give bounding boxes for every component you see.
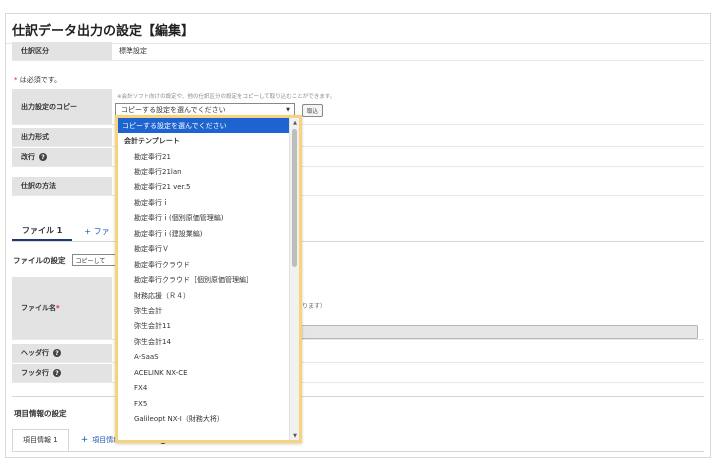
required-note-text: は必須です。 xyxy=(19,76,62,84)
journal-type-value: 標準設定 xyxy=(119,47,147,55)
footer-row-label: フッタ行 ? xyxy=(12,364,112,382)
dropdown-option[interactable]: 勘定奉行21lan xyxy=(118,164,289,179)
dropdown-option[interactable]: ACELINK NX-CE xyxy=(118,365,289,380)
file-settings-label: ファイルの設定 xyxy=(13,255,66,265)
dropdown-option[interactable]: FX5 xyxy=(118,396,289,411)
journal-type-label: 仕訳区分 xyxy=(12,42,112,60)
dropdown-option[interactable]: 勘定奉行21 xyxy=(118,149,289,164)
header-row-label: ヘッダ行 ? xyxy=(12,344,112,362)
dropdown-option[interactable]: コピーする設定を選んでください xyxy=(118,118,289,134)
dropdown-option[interactable]: 弥生会計14 xyxy=(118,334,289,349)
file-settings-select[interactable]: コピーして xyxy=(71,254,116,266)
file-tabs: ファイル 1 + ファ xyxy=(12,221,110,241)
chevron-down-icon: ▼ xyxy=(286,107,290,113)
dropdown-option[interactable]: FX4 xyxy=(118,380,289,395)
dropdown-group-label: 会計テンプレート xyxy=(124,137,180,146)
file-name-input[interactable] xyxy=(290,325,698,339)
file-name-label: ファイル名 * xyxy=(12,277,112,339)
output-format-label: 出力形式 xyxy=(12,128,112,146)
help-icon[interactable]: ? xyxy=(53,349,61,357)
page-title: 仕訳データ出力の設定【編集】 xyxy=(12,24,195,39)
dropdown-option[interactable]: 勘定奉行クラウド xyxy=(118,257,289,272)
copy-settings-label: 出力設定のコピー xyxy=(12,89,112,124)
line-break-label: 改行 ? xyxy=(12,148,112,166)
plus-icon: + xyxy=(80,435,89,445)
scroll-down-icon[interactable]: ▼ xyxy=(290,431,299,440)
copy-settings-note: ※会計ソフト向けの設定や、他の仕訳区分の設定をコピーして取り込むことができます。 xyxy=(117,94,336,100)
item-tabs-divider xyxy=(12,451,704,452)
dropdown-option[interactable]: 弥生会計11 xyxy=(118,319,289,334)
dropdown-option[interactable]: 勘定奉行ｉ(個別原価管理編) xyxy=(118,211,289,226)
dropdown-option[interactable]: 勘定奉行ｉ(建設業編) xyxy=(118,226,289,241)
dropdown-option[interactable]: 財務応援（Ｒ４） xyxy=(118,288,289,303)
copy-settings-select-value: コピーする設定を選んでください xyxy=(121,105,226,114)
load-button[interactable]: 取込 xyxy=(302,104,323,117)
scrollbar-thumb[interactable] xyxy=(292,129,297,267)
journal-type-row: 仕訳区分 標準設定 xyxy=(12,42,704,61)
file-settings: ファイルの設定 コピーして xyxy=(13,254,116,266)
dropdown-option[interactable]: A-SaaS xyxy=(118,350,289,365)
required-mark: * xyxy=(56,304,60,312)
dropdown-option[interactable]: Galileopt NX-I（財務大将） xyxy=(118,411,289,426)
dropdown-option[interactable]: 弥生会計 xyxy=(118,303,289,318)
copy-settings-dropdown[interactable]: コピーする設定を選んでください 会計テンプレート 勘定奉行21 勘定奉行21lan 勘定… xyxy=(115,115,302,443)
dropdown-list: コピーする設定を選んでください 会計テンプレート 勘定奉行21 勘定奉行21lan 勘定… xyxy=(118,118,289,440)
dropdown-option[interactable]: 勘定奉行21 ver.5 xyxy=(118,180,289,195)
required-note: * は必須です。 xyxy=(14,75,61,85)
settings-page: 仕訳データ出力の設定【編集】 仕訳区分 標準設定 * は必須です。 出力設定のコ… xyxy=(5,13,711,458)
help-icon[interactable]: ? xyxy=(39,153,47,161)
dropdown-option[interactable]: 勘定奉行ｉ xyxy=(118,195,289,210)
dropdown-scrollbar[interactable]: ▲ ▼ xyxy=(289,118,299,440)
tab-item-info-1[interactable]: 項目情報 1 xyxy=(12,429,69,451)
dropdown-option[interactable]: 勘定奉行クラウド［個別原価管理編］ xyxy=(118,272,289,287)
scroll-up-icon[interactable]: ▲ xyxy=(290,118,299,127)
journal-method-label: 仕訳の方法 xyxy=(12,177,112,195)
add-file-tab[interactable]: + ファ xyxy=(72,226,109,237)
required-mark: * xyxy=(14,76,18,84)
help-icon[interactable]: ? xyxy=(53,369,61,377)
tab-file-1[interactable]: ファイル 1 xyxy=(12,221,73,241)
dropdown-option[interactable]: 勘定奉行Ｖ xyxy=(118,242,289,257)
item-info-label: 項目情報の設定 xyxy=(14,409,67,418)
